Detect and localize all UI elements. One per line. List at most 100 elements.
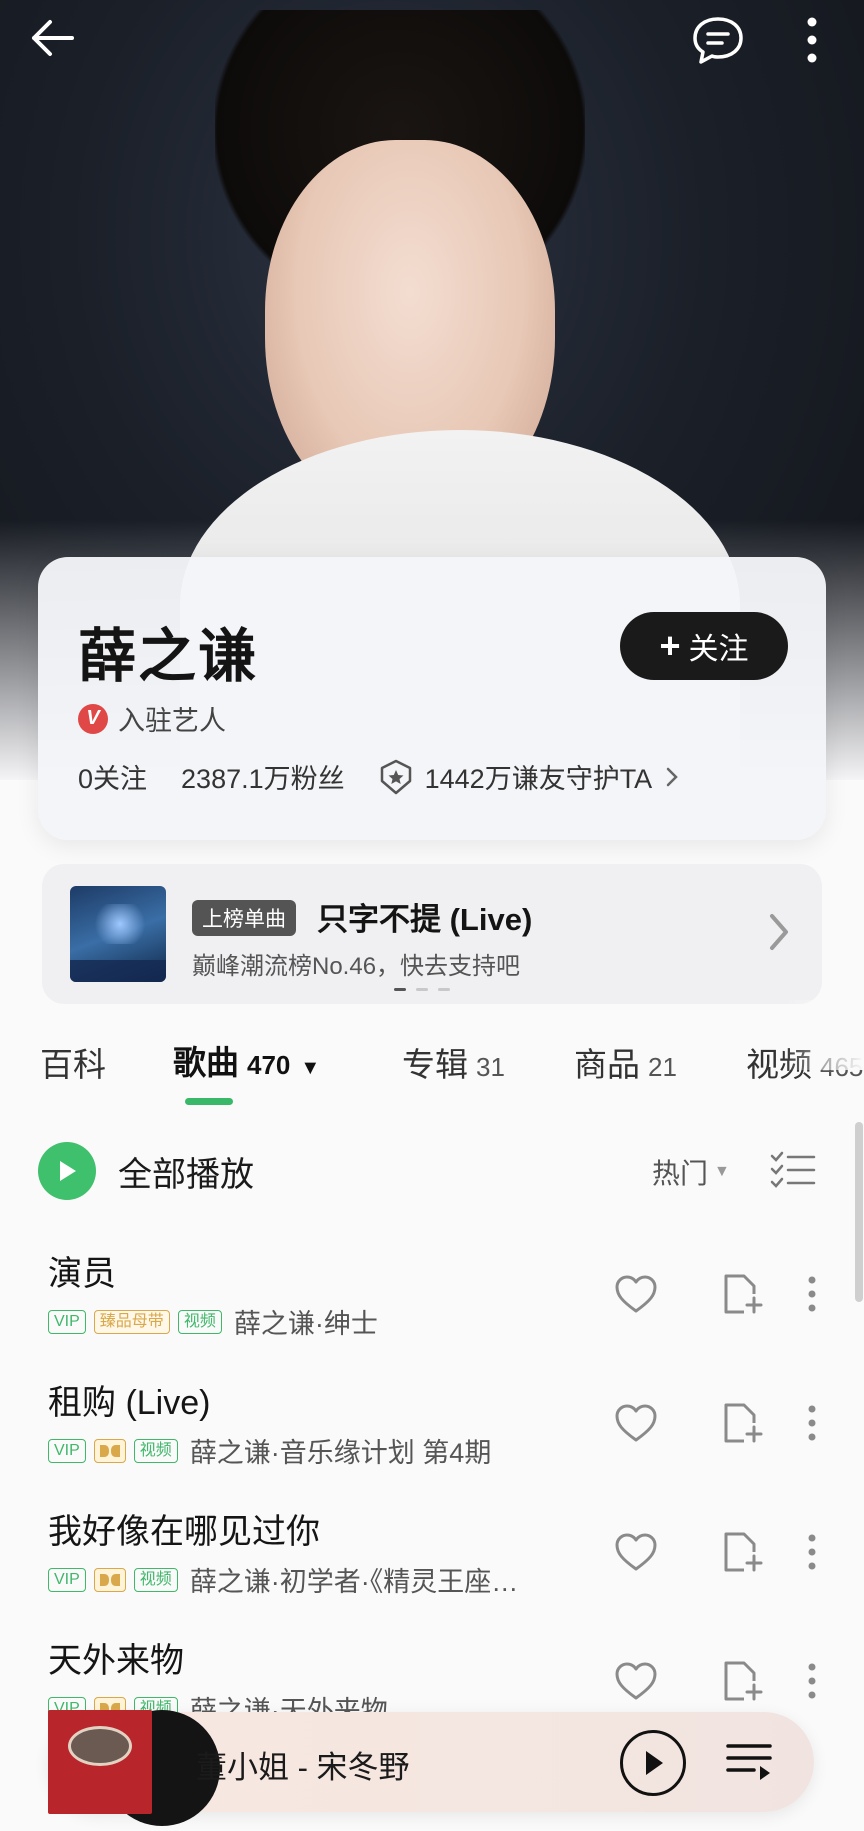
follow-button[interactable]: + 关注 [620,612,788,680]
back-arrow-icon [32,20,74,56]
song-more-button[interactable] [784,1653,840,1709]
add-to-playlist-icon [720,1530,764,1574]
add-to-playlist-icon [720,1659,764,1703]
artist-stats: 0关注 2387.1万粉丝 1442万谦友守护TA [78,757,680,796]
verified-artist-label: V 入驻艺人 [78,699,226,738]
guardian-count: 1442万谦友守护TA [424,764,653,794]
chart-album-cover [70,886,166,982]
tab-count: 31 [476,1052,505,1082]
heart-icon [614,1274,658,1314]
tab-baike[interactable]: 百科 [40,1038,106,1086]
heart-icon [614,1532,658,1572]
verified-text: 入驻艺人 [118,706,226,736]
tab-goods[interactable]: 商品 21 [574,1038,677,1086]
plus-icon: + [659,625,681,666]
song-row[interactable]: 租购 (Live) VIP 视频 薛之谦·音乐缘计划 第4期 [0,1375,864,1503]
comment-bubble-icon [693,17,743,64]
fans-count[interactable]: 2387.1万粉丝 [181,757,345,796]
like-button[interactable] [608,1266,664,1322]
more-options-button[interactable] [784,12,840,68]
vip-badge: VIP [48,1438,86,1463]
guardian-link[interactable]: 1442万谦友守护TA [379,757,681,796]
song-meta: VIP 视频 薛之谦·初学者·《精灵王座… [48,1560,518,1599]
playlist-queue-button[interactable] [726,1740,774,1789]
song-title: 我好像在哪见过你 [48,1513,320,1551]
mini-player[interactable]: 董小姐 - 宋冬野 [48,1710,814,1826]
dolby-icon [93,1567,126,1592]
tab-label: 百科 [40,1046,106,1083]
chart-subtitle: 巅峰潮流榜No.46，快去支持吧 [192,953,521,980]
tab-count: 470 [247,1050,291,1080]
more-vertical-icon [806,1403,818,1443]
video-badge: 视频 [177,1309,222,1334]
chevron-right-icon [666,767,678,786]
tab-count: 21 [648,1052,677,1082]
multi-select-button[interactable] [770,1150,816,1195]
play-all-button[interactable]: 全部播放 [38,1142,254,1200]
sort-dropdown[interactable]: 热门 ▼ [652,1152,730,1192]
dolby-icon [93,1438,126,1463]
verified-badge-icon: V [78,703,108,734]
sort-label: 热门 [652,1158,709,1189]
song-title: 天外来物 [48,1642,184,1680]
heart-icon [614,1661,658,1701]
add-to-playlist-icon [720,1272,764,1316]
tab-albums[interactable]: 专辑 31 [402,1038,505,1086]
add-to-playlist-button[interactable] [714,1395,770,1451]
artist-tabs: 百科 歌曲 470 ▼ 专辑 31 商品 21 视频 465 [0,1000,864,1105]
more-vertical-icon [806,1661,818,1701]
active-tab-indicator [185,1098,233,1105]
song-subtitle: 薛之谦·音乐缘计划 第4期 [189,1438,492,1468]
follow-button-label: 关注 [688,633,749,666]
song-title: 租购 (Live) [48,1384,211,1422]
like-button[interactable] [608,1395,664,1451]
song-more-button[interactable] [784,1266,840,1322]
song-meta: VIP 视频 薛之谦·音乐缘计划 第4期 [48,1431,491,1470]
tab-label: 专辑 [402,1046,468,1083]
add-to-playlist-icon [720,1401,764,1445]
add-to-playlist-button[interactable] [714,1524,770,1580]
song-row[interactable]: 演员 VIP 臻品母带 视频 薛之谦·绅士 [0,1246,864,1374]
more-vertical-icon [806,1274,818,1314]
add-to-playlist-button[interactable] [714,1266,770,1322]
chart-tag-badge: 上榜单曲 [192,900,296,936]
song-row[interactable]: 我好像在哪见过你 VIP 视频 薛之谦·初学者·《精灵王座… [0,1504,864,1632]
pagination-dot [416,988,428,991]
vip-badge: VIP [48,1309,86,1334]
tab-songs[interactable]: 歌曲 470 ▼ [173,1036,320,1084]
now-playing-cover [48,1710,152,1814]
tab-label: 商品 [574,1046,640,1083]
song-more-button[interactable] [784,1524,840,1580]
add-to-playlist-button[interactable] [714,1653,770,1709]
mini-play-button[interactable] [620,1730,686,1796]
tab-label: 歌曲 [173,1044,239,1081]
following-count[interactable]: 0关注 [78,757,147,796]
video-badge: 视频 [133,1567,178,1592]
song-title: 演员 [48,1255,116,1293]
like-button[interactable] [608,1524,664,1580]
now-playing-title: 董小姐 - 宋冬野 [196,1750,410,1785]
like-button[interactable] [608,1653,664,1709]
song-subtitle: 薛之谦·绅士 [233,1309,378,1339]
heart-icon [614,1403,658,1443]
play-all-label: 全部播放 [118,1155,254,1194]
artist-profile-card: 薛之谦 + 关注 V 入驻艺人 0关注 2387.1万粉丝 1442万谦友守护T… [38,557,826,840]
song-more-button[interactable] [784,1395,840,1451]
playlist-queue-icon [726,1744,772,1780]
comment-button[interactable] [690,12,746,68]
video-badge: 视频 [133,1438,178,1463]
caret-down-icon: ▼ [714,1163,730,1180]
shield-star-icon [380,759,411,794]
banner-pagination-dots [394,988,450,991]
play-icon [38,1142,96,1200]
checklist-icon [770,1151,816,1188]
artist-name: 薛之谦 [78,624,259,689]
chart-song-banner[interactable]: 上榜单曲 只字不提 (Live) 巅峰潮流榜No.46，快去支持吧 [42,864,822,1004]
vip-badge: VIP [48,1567,86,1592]
more-vertical-icon [807,17,817,63]
song-meta: VIP 臻品母带 视频 薛之谦·绅士 [48,1302,378,1341]
back-button[interactable] [24,10,80,66]
play-icon [646,1751,663,1775]
pagination-dot [438,988,450,991]
master-quality-badge: 臻品母带 [93,1309,170,1334]
